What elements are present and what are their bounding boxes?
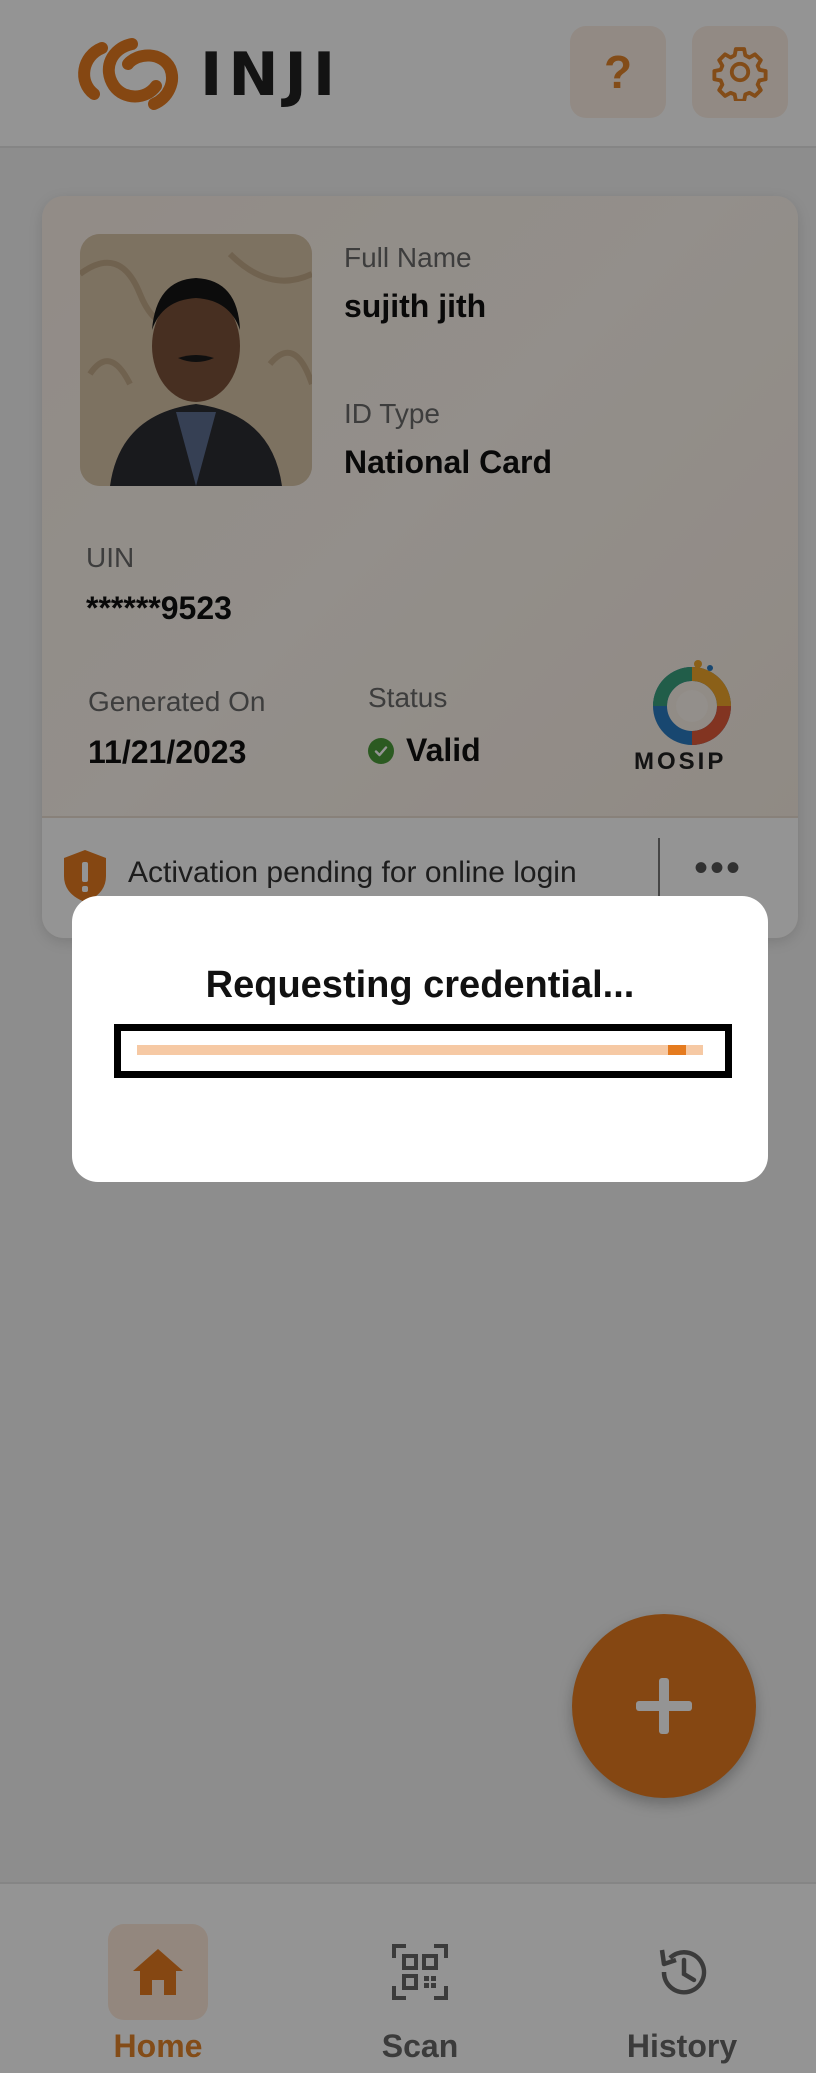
progress-fill — [668, 1045, 687, 1055]
progress-track — [137, 1045, 703, 1055]
dialog-title: Requesting credential... — [205, 964, 635, 1006]
progress-bar — [114, 1024, 732, 1078]
requesting-credential-dialog: Requesting credential... — [72, 896, 768, 1182]
